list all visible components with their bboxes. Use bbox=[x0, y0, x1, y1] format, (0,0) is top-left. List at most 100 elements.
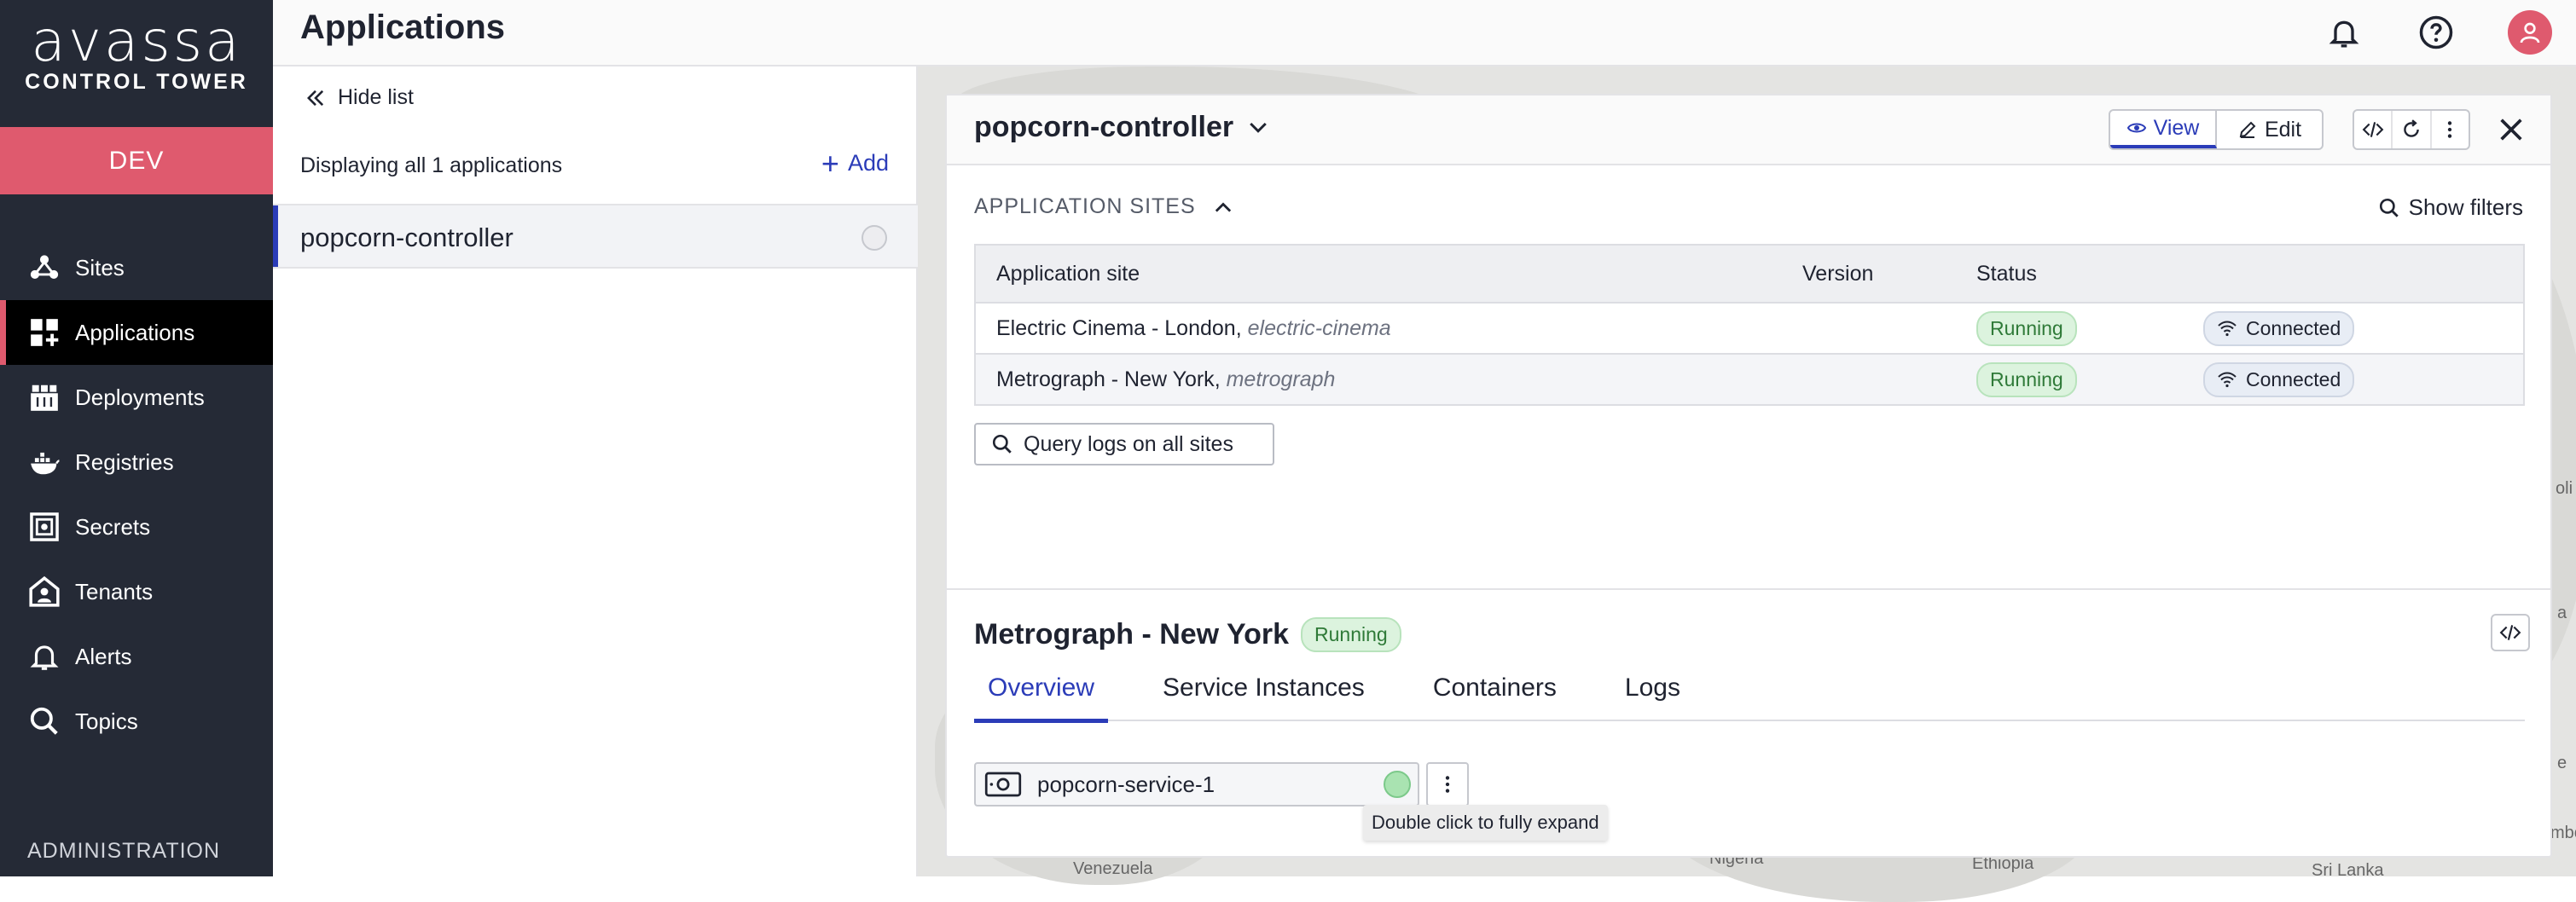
detail-actions-group bbox=[2353, 109, 2470, 150]
sidebar-item-label: Topics bbox=[75, 708, 138, 734]
application-title-dropdown[interactable]: popcorn-controller bbox=[974, 111, 1271, 144]
sidebar-item-topics[interactable]: Topics bbox=[0, 689, 273, 754]
version-cell bbox=[1782, 303, 1956, 355]
sidebar-item-label: Sites bbox=[75, 254, 125, 280]
map-label: oli bbox=[2556, 479, 2573, 498]
column-header bbox=[2183, 245, 2524, 304]
kebab-menu-icon bbox=[2448, 121, 2452, 138]
sites-icon bbox=[27, 251, 61, 285]
site-view-code-button[interactable] bbox=[2491, 614, 2530, 651]
sidebar-item-registries[interactable]: Registries bbox=[0, 430, 273, 494]
service-instance-card[interactable]: popcorn-service-1 bbox=[974, 762, 1419, 807]
code-icon bbox=[2499, 625, 2521, 640]
sidebar-item-tenants[interactable]: Tenants bbox=[0, 559, 273, 624]
tab-logs[interactable]: Logs bbox=[1611, 668, 1694, 721]
view-label: View bbox=[2153, 115, 2200, 140]
refresh-button[interactable] bbox=[2393, 111, 2432, 148]
connection-badge: Connected bbox=[2203, 361, 2355, 397]
pencil-icon bbox=[2239, 121, 2256, 138]
chevron-down-icon bbox=[1250, 122, 1267, 133]
tab-overview[interactable]: Overview bbox=[974, 668, 1109, 723]
wifi-icon bbox=[2218, 372, 2237, 388]
refresh-icon bbox=[2404, 119, 2419, 137]
registries-icon bbox=[27, 445, 61, 479]
sidebar: avassa CONTROL TOWER DEV Sites Applicati… bbox=[0, 0, 273, 876]
site-cell: Metrograph - New York, metrograph bbox=[975, 354, 1782, 406]
application-detail-panel: popcorn-controller View Edit APPLICATION… bbox=[945, 94, 2552, 858]
logo-wordmark: avassa bbox=[31, 9, 242, 74]
sidebar-item-label: Registries bbox=[75, 448, 174, 475]
sidebar-item-sites[interactable]: Sites bbox=[0, 235, 273, 300]
eye-icon bbox=[2126, 123, 2146, 133]
close-icon bbox=[2500, 119, 2522, 141]
user-avatar-icon[interactable] bbox=[2508, 10, 2552, 55]
count-prefix: Displaying all bbox=[300, 153, 432, 177]
search-icon bbox=[2379, 198, 2399, 217]
tab-service-instances[interactable]: Service Instances bbox=[1149, 668, 1378, 721]
connection-cell: Connected bbox=[2183, 303, 2524, 355]
column-header[interactable]: Application site bbox=[975, 245, 1782, 304]
expand-tooltip: Double click to fully expand bbox=[1363, 805, 1608, 841]
map-label: Sri Lanka bbox=[2312, 861, 2384, 880]
application-sites-toggle[interactable]: APPLICATION SITES bbox=[974, 194, 1235, 219]
count-value: 1 bbox=[432, 153, 444, 177]
service-name: popcorn-service-1 bbox=[1037, 771, 1215, 797]
table-row[interactable]: Electric Cinema - London, electric-cinem… bbox=[975, 303, 2524, 355]
map-label: e bbox=[2557, 754, 2567, 772]
version-cell bbox=[1782, 354, 1956, 406]
view-edit-toggle: View Edit bbox=[2109, 109, 2324, 150]
list-item[interactable]: popcorn-controller bbox=[273, 204, 918, 269]
add-application-button[interactable]: + Add bbox=[821, 145, 889, 181]
applications-icon bbox=[27, 315, 61, 350]
applications-count-text: Displaying all 1 applications bbox=[300, 153, 562, 178]
table-row[interactable]: Metrograph - New York, metrograph Runnin… bbox=[975, 354, 2524, 406]
detail-header: popcorn-controller View Edit bbox=[947, 95, 2550, 165]
view-button[interactable]: View bbox=[2110, 111, 2217, 148]
avassa-logo[interactable]: avassa CONTROL TOWER bbox=[0, 12, 273, 95]
connection-label: Connected bbox=[2246, 367, 2341, 390]
count-suffix: applications bbox=[444, 153, 563, 177]
close-button[interactable] bbox=[2492, 111, 2530, 148]
deployments-icon bbox=[27, 380, 61, 414]
top-bar: Applications bbox=[273, 0, 2576, 66]
search-icon bbox=[27, 704, 61, 738]
plus-icon: + bbox=[821, 145, 839, 181]
notifications-bell-icon[interactable] bbox=[2324, 12, 2364, 53]
page-title: Applications bbox=[300, 9, 506, 46]
view-code-button[interactable] bbox=[2354, 111, 2393, 148]
wifi-icon bbox=[2218, 321, 2237, 337]
help-icon[interactable] bbox=[2416, 12, 2457, 53]
tenants-icon bbox=[27, 575, 61, 609]
application-title: popcorn-controller bbox=[974, 111, 1234, 143]
service-instance-icon bbox=[984, 772, 1022, 797]
show-filters-button[interactable]: Show filters bbox=[2378, 194, 2523, 221]
chevron-up-icon bbox=[1215, 202, 1231, 212]
query-logs-button[interactable]: Query logs on all sites bbox=[974, 423, 1274, 465]
sidebar-item-applications[interactable]: Applications bbox=[0, 300, 273, 365]
section-label: APPLICATION SITES bbox=[974, 194, 1196, 218]
column-header[interactable]: Version bbox=[1782, 245, 1956, 304]
tab-containers[interactable]: Containers bbox=[1419, 668, 1570, 721]
status-dot-icon bbox=[862, 225, 887, 251]
status-badge: Running bbox=[1976, 310, 2077, 346]
application-name: popcorn-controller bbox=[300, 223, 513, 252]
sidebar-item-alerts[interactable]: Alerts bbox=[0, 624, 273, 689]
sidebar-item-label: Alerts bbox=[75, 643, 132, 669]
hide-list-button[interactable]: Hide list bbox=[304, 85, 414, 110]
sidebar-nav: Sites Applications Deployments Registrie… bbox=[0, 235, 273, 754]
sidebar-item-label: Deployments bbox=[75, 384, 205, 410]
sidebar-item-deployments[interactable]: Deployments bbox=[0, 365, 273, 430]
applications-list-panel: Hide list Displaying all 1 applications … bbox=[273, 66, 918, 876]
connection-label: Connected bbox=[2246, 316, 2341, 339]
column-header[interactable]: Status bbox=[1956, 245, 2183, 304]
site-slug: metrograph bbox=[1226, 367, 1336, 391]
edit-button[interactable]: Edit bbox=[2217, 111, 2322, 148]
site-tabs: Overview Service Instances Containers Lo… bbox=[974, 668, 2525, 723]
service-menu-button[interactable] bbox=[1426, 762, 1469, 807]
site-name: Metrograph - New York bbox=[996, 367, 1215, 391]
sidebar-item-secrets[interactable]: Secrets bbox=[0, 494, 273, 559]
show-filters-label: Show filters bbox=[2408, 194, 2523, 220]
status-cell: Running bbox=[1956, 303, 2183, 355]
sidebar-administration[interactable]: ADMINISTRATION bbox=[27, 839, 220, 864]
more-options-button[interactable] bbox=[2432, 111, 2469, 148]
